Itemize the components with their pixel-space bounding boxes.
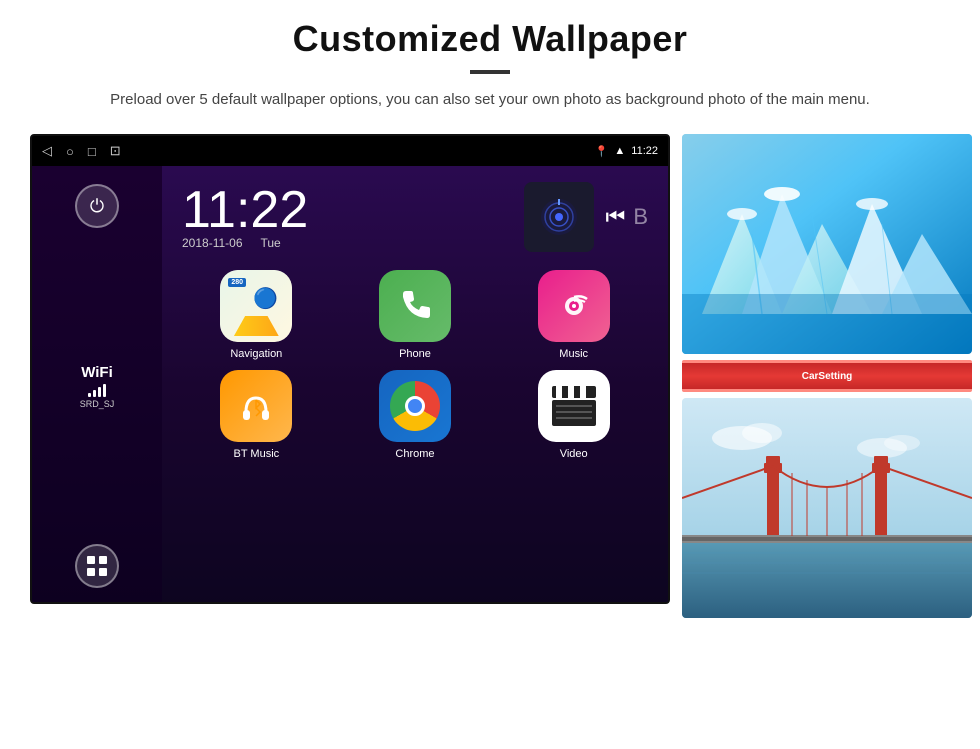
nav-badge: 280	[228, 278, 246, 287]
wallpaper-transition-bar: CarSetting	[682, 360, 972, 392]
media-icons: ⏮ B	[524, 182, 649, 252]
home-nav-icon[interactable]: ○	[66, 144, 74, 159]
video-clapper-icon	[548, 384, 600, 428]
app-item-phone[interactable]: Phone	[341, 270, 490, 360]
page-title: Customized Wallpaper	[293, 18, 688, 60]
app-item-chrome[interactable]: Chrome	[341, 370, 490, 460]
wallpaper-bridge[interactable]	[682, 398, 972, 618]
recents-nav-icon[interactable]: □	[88, 144, 96, 159]
wifi-bar-4	[103, 384, 106, 397]
status-bar: ◁ ○ □ ⊡ 📍 ▲ 11:22	[32, 136, 668, 166]
center-content: 11:22 2018-11-06 Tue	[162, 166, 668, 604]
back-nav-icon[interactable]: ◁	[42, 143, 52, 159]
bluetooth-headphones-icon	[234, 384, 278, 428]
wifi-label: WiFi	[81, 364, 113, 381]
chrome-center	[405, 396, 425, 416]
navigation-icon: 280 🔵	[220, 270, 292, 342]
apps-grid-icon	[86, 555, 108, 577]
wifi-icon: ▲	[614, 145, 625, 157]
left-sidebar: ⏻ WiFi SRD_SJ	[32, 166, 162, 604]
clock-date: 2018-11-06 Tue	[182, 236, 281, 250]
status-time: 11:22	[631, 145, 658, 157]
main-area: ⏻ WiFi SRD_SJ	[32, 166, 668, 604]
android-screen: ◁ ○ □ ⊡ 📍 ▲ 11:22 ⏻ WiFi	[30, 134, 670, 604]
page-container: Customized Wallpaper Preload over 5 defa…	[0, 0, 980, 749]
bridge-svg	[682, 398, 972, 618]
power-button[interactable]: ⏻	[75, 184, 119, 228]
chrome-ring	[390, 381, 440, 431]
wifi-bar-2	[93, 390, 96, 397]
chrome-icon	[379, 370, 451, 442]
app-item-music[interactable]: Music	[499, 270, 648, 360]
prev-track-icon[interactable]: ⏮	[606, 204, 626, 230]
wifi-bars	[88, 383, 106, 397]
media-box	[524, 182, 594, 252]
app-label-navigation: Navigation	[230, 348, 282, 360]
clock-day-value: Tue	[261, 236, 281, 250]
wallpaper-previews: CarSetting	[682, 134, 972, 618]
location-icon: 📍	[595, 145, 609, 158]
music-icon	[538, 270, 610, 342]
status-bar-left: ◁ ○ □ ⊡	[42, 143, 121, 159]
ice-shapes	[682, 134, 972, 354]
screenshot-nav-icon[interactable]: ⊡	[110, 143, 121, 159]
video-icon	[538, 370, 610, 442]
wifi-ssid: SRD_SJ	[80, 399, 115, 409]
content-area: ◁ ○ □ ⊡ 📍 ▲ 11:22 ⏻ WiFi	[30, 134, 950, 618]
wifi-signal-icon	[539, 197, 579, 237]
wifi-bar-1	[88, 393, 91, 397]
clock-area: 11:22 2018-11-06 Tue	[162, 166, 668, 262]
apps-button[interactable]	[75, 544, 119, 588]
page-description: Preload over 5 default wallpaper options…	[110, 88, 870, 112]
app-label-video: Video	[560, 448, 588, 460]
next-track-placeholder: B	[633, 204, 648, 230]
music-svg-icon	[552, 284, 596, 328]
phone-icon	[379, 270, 451, 342]
app-item-btmusic[interactable]: BT Music	[182, 370, 331, 460]
app-label-music: Music	[559, 348, 588, 360]
app-label-btmusic: BT Music	[234, 448, 280, 460]
title-divider	[470, 70, 510, 74]
app-label-chrome: Chrome	[395, 448, 434, 460]
btmusic-icon	[220, 370, 292, 442]
wallpaper-ice[interactable]	[682, 134, 972, 354]
wifi-bar-3	[98, 387, 101, 397]
nav-pin-icon: 🔵	[253, 286, 278, 311]
ice-svg	[682, 134, 972, 354]
clock-time: 11:22	[182, 184, 308, 236]
car-setting-bar: CarSetting	[682, 363, 972, 389]
app-grid: 280 🔵 Navigation	[162, 262, 668, 474]
app-item-navigation[interactable]: 280 🔵 Navigation	[182, 270, 331, 360]
clock-display: 11:22 2018-11-06 Tue	[182, 184, 308, 250]
media-controls: ⏮ B	[606, 204, 649, 230]
status-bar-right: 📍 ▲ 11:22	[595, 145, 658, 158]
phone-svg-icon	[395, 286, 435, 326]
carsetting-label: CarSetting	[802, 371, 853, 382]
clock-date-value: 2018-11-06	[182, 236, 243, 250]
app-item-video[interactable]: Video	[499, 370, 648, 460]
wifi-block: WiFi SRD_SJ	[80, 364, 115, 409]
app-label-phone: Phone	[399, 348, 431, 360]
